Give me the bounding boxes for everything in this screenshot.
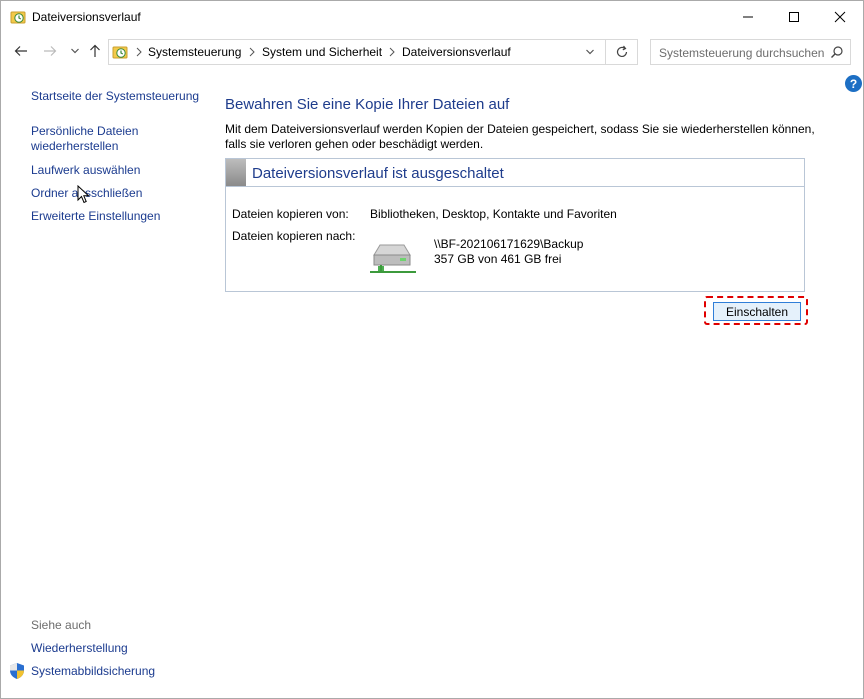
breadcrumb-systemsteuerung[interactable]: Systemsteuerung — [148, 45, 241, 59]
status-panel: Dateiversionsverlauf ist ausgeschaltet D… — [225, 158, 805, 292]
chevron-right-icon — [136, 47, 142, 57]
sidebar-link-select-drive[interactable]: Laufwerk auswählen — [31, 163, 201, 178]
close-button[interactable] — [817, 1, 863, 32]
shield-icon — [10, 663, 24, 679]
page-heading: Bewahren Sie eine Kopie Ihrer Dateien au… — [225, 96, 510, 113]
sidebar-link-home[interactable]: Startseite der Systemsteuerung — [31, 89, 201, 104]
arrow-left-icon — [14, 46, 27, 56]
close-icon — [834, 11, 846, 22]
maximize-icon — [789, 11, 799, 22]
breadcrumb-dateiversionsverlauf[interactable]: Dateiversionsverlauf — [402, 45, 511, 59]
back-button[interactable] — [11, 41, 31, 61]
address-dropdown-button[interactable] — [579, 40, 601, 64]
minimize-icon — [743, 16, 753, 17]
search-icon — [831, 46, 843, 58]
arrow-up-icon — [90, 44, 100, 57]
chevron-down-icon — [586, 49, 594, 55]
sidebar-link-restore-files[interactable]: Persönliche Dateien wiederherstellen — [31, 124, 151, 154]
status-title: Dateiversionsverlauf ist ausgeschaltet — [252, 165, 504, 182]
copy-from-label: Dateien kopieren von: — [232, 207, 349, 221]
navigation-bar: Systemsteuerung System und Sicherheit Da… — [1, 32, 863, 72]
enable-button[interactable]: Einschalten — [713, 302, 801, 321]
mouse-cursor-icon — [77, 185, 90, 204]
arrow-right-icon — [44, 46, 57, 56]
status-indicator — [226, 159, 246, 186]
file-history-window: Dateiversionsverlauf Systemsteuerung Sys… — [0, 0, 864, 699]
chevron-right-icon — [389, 47, 395, 57]
backup-drive-path: \\BF-202106171629\Backup — [434, 237, 584, 251]
forward-button[interactable] — [40, 41, 60, 61]
enable-button-highlight: Einschalten — [704, 296, 808, 325]
sidebar-link-exclude-folders[interactable]: Ordner ausschließen — [31, 186, 201, 201]
file-history-icon — [10, 11, 26, 24]
refresh-button[interactable] — [605, 40, 637, 64]
see-also-label: Siehe auch — [31, 618, 92, 632]
status-panel-header: Dateiversionsverlauf ist ausgeschaltet — [226, 159, 804, 187]
window-title: Dateiversionsverlauf — [32, 10, 141, 24]
control-panel-icon — [112, 46, 128, 59]
chevron-down-icon — [71, 48, 79, 54]
up-button[interactable] — [85, 41, 105, 61]
page-description: Mit dem Dateiversionsverlauf werden Kopi… — [225, 122, 815, 151]
see-also-link-recovery[interactable]: Wiederherstellung — [31, 641, 201, 656]
minimize-button[interactable] — [725, 1, 771, 32]
search-placeholder: Systemsteuerung durchsuchen — [659, 46, 825, 60]
backup-drive-free-space: 357 GB von 461 GB frei — [434, 252, 562, 266]
network-drive-icon — [370, 244, 416, 273]
recent-locations-button[interactable] — [65, 41, 85, 61]
chevron-right-icon — [249, 47, 255, 57]
maximize-button[interactable] — [771, 1, 817, 32]
copy-to-label: Dateien kopieren nach: — [232, 229, 356, 243]
left-navigation-pane: Startseite der Systemsteuerung Persönlic… — [1, 72, 213, 698]
address-bar[interactable]: Systemsteuerung System und Sicherheit Da… — [108, 39, 638, 65]
search-input[interactable]: Systemsteuerung durchsuchen — [650, 39, 851, 65]
breadcrumb-system-und-sicherheit[interactable]: System und Sicherheit — [262, 45, 382, 59]
title-bar: Dateiversionsverlauf — [1, 1, 863, 32]
refresh-icon — [616, 45, 627, 58]
sidebar-link-advanced-settings[interactable]: Erweiterte Einstellungen — [31, 209, 201, 224]
help-icon[interactable]: ? — [845, 75, 862, 92]
copy-from-value: Bibliotheken, Desktop, Kontakte und Favo… — [370, 207, 617, 221]
see-also-link-system-image-backup[interactable]: Systemabbildsicherung — [31, 664, 201, 679]
